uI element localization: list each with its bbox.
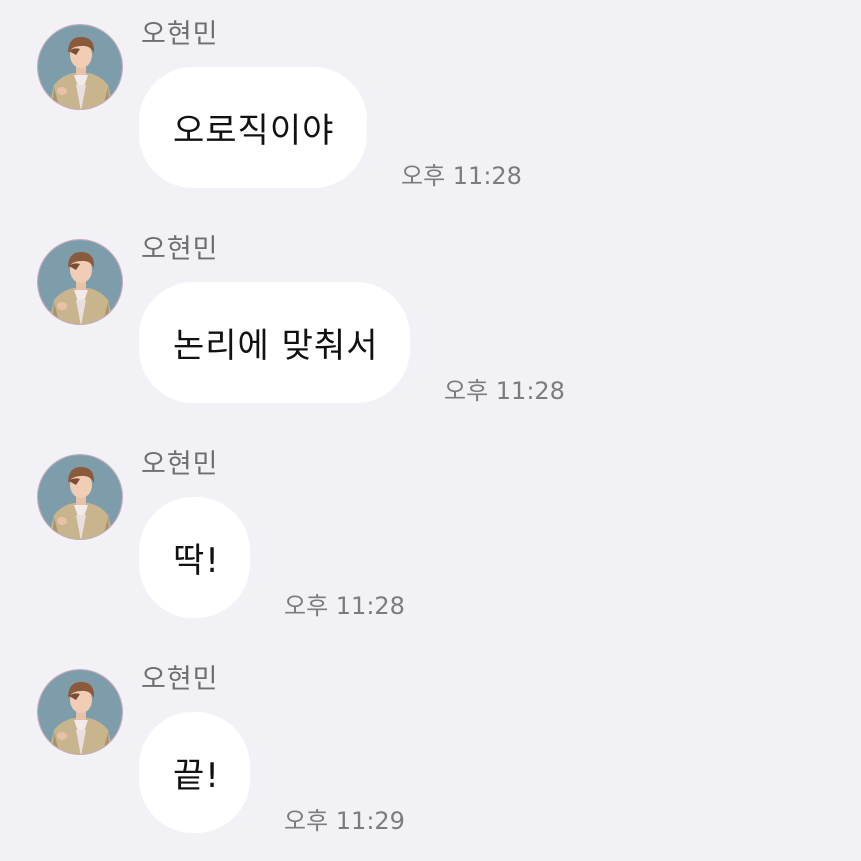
message-bubble[interactable]: 딱! — [139, 497, 250, 618]
message-bubble[interactable]: 논리에 맞춰서 — [139, 282, 410, 403]
message-row: 오현민 논리에 맞춰서 오후 11:28 — [0, 215, 861, 430]
sender-name: 오현민 — [141, 449, 219, 480]
message-row: 오현민 오로직이야 오후 11:28 — [0, 0, 861, 215]
avatar[interactable] — [37, 239, 123, 325]
avatar[interactable] — [37, 669, 123, 755]
message-text: 딱! — [173, 541, 220, 581]
sender-name: 오현민 — [141, 664, 219, 695]
message-time: 오후 11:28 — [284, 592, 405, 620]
message-row: 오현민 끝! 오후 11:29 — [0, 645, 861, 860]
message-text: 오로직이야 — [173, 111, 335, 151]
message-bubble[interactable]: 오로직이야 — [139, 67, 367, 188]
message-text: 끝! — [173, 756, 220, 796]
sender-name: 오현민 — [141, 19, 219, 50]
message-text: 논리에 맞춰서 — [173, 326, 379, 366]
chat-view: 오현민 오로직이야 오후 11:28 오현민 논리에 맞춰서 오후 11:28 … — [0, 0, 861, 861]
avatar[interactable] — [37, 24, 123, 110]
profile-photo-icon — [38, 25, 123, 110]
message-time: 오후 11:28 — [444, 377, 565, 405]
sender-name: 오현민 — [141, 234, 219, 265]
profile-photo-icon — [38, 455, 123, 540]
message-time: 오후 11:29 — [284, 807, 405, 835]
profile-photo-icon — [38, 670, 123, 755]
avatar[interactable] — [37, 454, 123, 540]
message-row: 오현민 딱! 오후 11:28 — [0, 430, 861, 645]
message-bubble[interactable]: 끝! — [139, 712, 250, 833]
profile-photo-icon — [38, 240, 123, 325]
message-time: 오후 11:28 — [401, 162, 522, 190]
